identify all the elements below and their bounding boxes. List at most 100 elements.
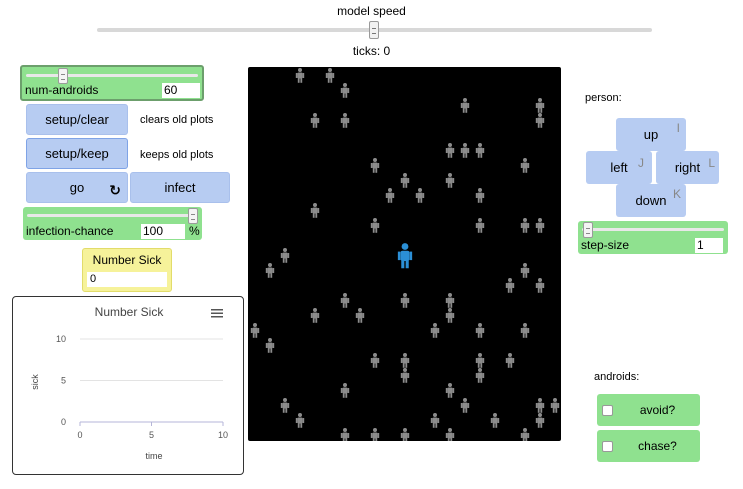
android-figure	[475, 188, 485, 203]
android-figure	[520, 428, 530, 443]
avoid-switch[interactable]: avoid?	[597, 394, 700, 426]
android-figure	[460, 143, 470, 158]
x-tick-label: 5	[149, 430, 154, 440]
android-figure	[475, 353, 485, 368]
slider-value[interactable]: 1	[695, 238, 723, 253]
world-canvas[interactable]	[248, 67, 561, 443]
step-size-slider[interactable]: step-size 1	[578, 221, 728, 254]
y-tick-label: 5	[61, 376, 66, 386]
right-button[interactable]: right L	[656, 151, 719, 184]
android-figure	[310, 203, 320, 218]
androids-label: androids:	[594, 371, 640, 383]
android-figure	[520, 218, 530, 233]
android-figure	[505, 278, 515, 293]
slider-thumb[interactable]	[188, 208, 198, 224]
android-figure	[475, 143, 485, 158]
world-view[interactable]	[248, 67, 561, 443]
right-label: right	[674, 160, 701, 175]
plot-title: Number Sick	[95, 305, 165, 319]
setup-keep-button[interactable]: setup/keep	[26, 138, 128, 169]
slider-thumb[interactable]	[583, 222, 593, 238]
x-tick-label: 0	[77, 430, 82, 440]
android-figure	[430, 413, 440, 428]
android-figure	[385, 188, 395, 203]
up-button[interactable]: up I	[616, 118, 686, 151]
android-figure	[430, 323, 440, 338]
avoid-checkbox[interactable]	[602, 405, 613, 416]
y-tick-label: 0	[61, 417, 66, 427]
android-figure	[535, 278, 545, 293]
hamburger-menu-icon[interactable]	[211, 309, 223, 318]
android-figure	[265, 263, 275, 278]
setup-clear-button[interactable]: setup/clear	[26, 104, 128, 135]
ticks-counter: ticks: 0	[352, 44, 391, 58]
slider-track[interactable]	[582, 228, 724, 231]
plot-area: 0 5 10 0 5 10	[56, 334, 228, 440]
android-figure	[370, 158, 380, 173]
down-hotkey: K	[672, 187, 681, 201]
android-figure	[280, 248, 290, 263]
left-button[interactable]: left J	[586, 151, 652, 184]
android-figure	[400, 368, 410, 383]
monitor-value: 0	[87, 272, 167, 287]
plot-svg: Number Sick 0 5 10 0 5 10 sick time	[30, 305, 228, 461]
android-figure	[370, 353, 380, 368]
android-figure	[280, 398, 290, 413]
android-figure	[340, 383, 350, 398]
chase-checkbox[interactable]	[602, 441, 613, 452]
android-figure	[535, 98, 545, 113]
android-figure	[505, 353, 515, 368]
up-label: up	[643, 127, 659, 142]
infection-chance-slider[interactable]: infection-chance 100 %	[23, 207, 202, 240]
android-figure	[520, 263, 530, 278]
android-figure	[370, 218, 380, 233]
forever-icon: ↻	[109, 182, 121, 198]
y-axis-label: sick	[30, 374, 40, 390]
android-figure	[535, 413, 545, 428]
android-figure	[475, 218, 485, 233]
right-hotkey: L	[708, 156, 715, 170]
chase-label: chase?	[638, 439, 677, 453]
android-figure	[265, 338, 275, 353]
infect-button[interactable]: infect	[130, 172, 230, 203]
slider-label: infection-chance	[26, 224, 114, 238]
up-hotkey: I	[676, 121, 680, 135]
slider-label: step-size	[581, 238, 630, 252]
android-figure	[475, 323, 485, 338]
model-speed-thumb[interactable]	[369, 21, 379, 39]
x-axis-label: time	[145, 451, 162, 461]
android-figure	[415, 188, 425, 203]
android-figure	[340, 83, 350, 98]
android-figure	[475, 368, 485, 383]
model-speed-label: model speed	[337, 4, 406, 18]
android-figure	[445, 173, 455, 188]
android-figure	[370, 428, 380, 443]
slider-value[interactable]: 60	[162, 83, 200, 98]
android-figure	[400, 173, 410, 188]
down-label: down	[635, 193, 667, 208]
android-figure	[460, 398, 470, 413]
player-figure	[397, 243, 413, 269]
android-figure	[550, 398, 560, 413]
number-sick-monitor: Number Sick 0	[82, 248, 172, 292]
android-figure	[490, 413, 500, 428]
down-button[interactable]: down K	[616, 184, 686, 217]
num-androids-slider[interactable]: num-androids 60	[20, 65, 204, 101]
slider-unit: %	[189, 224, 200, 238]
android-figure	[445, 308, 455, 323]
android-figure	[325, 68, 335, 83]
slider-track[interactable]	[26, 74, 198, 77]
android-figure	[340, 293, 350, 308]
slider-thumb[interactable]	[58, 68, 68, 84]
android-figure	[340, 428, 350, 443]
avoid-label: avoid?	[639, 403, 676, 417]
go-forever-button[interactable]: go ↻	[26, 172, 128, 203]
android-figure	[400, 293, 410, 308]
slider-track[interactable]	[27, 214, 198, 217]
y-tick-label: 10	[56, 334, 66, 344]
slider-value[interactable]: 100	[141, 224, 185, 239]
chase-switch[interactable]: chase?	[597, 430, 700, 462]
android-figure	[445, 383, 455, 398]
clears-old-plots-note: clears old plots	[140, 114, 214, 126]
android-figure	[400, 353, 410, 368]
